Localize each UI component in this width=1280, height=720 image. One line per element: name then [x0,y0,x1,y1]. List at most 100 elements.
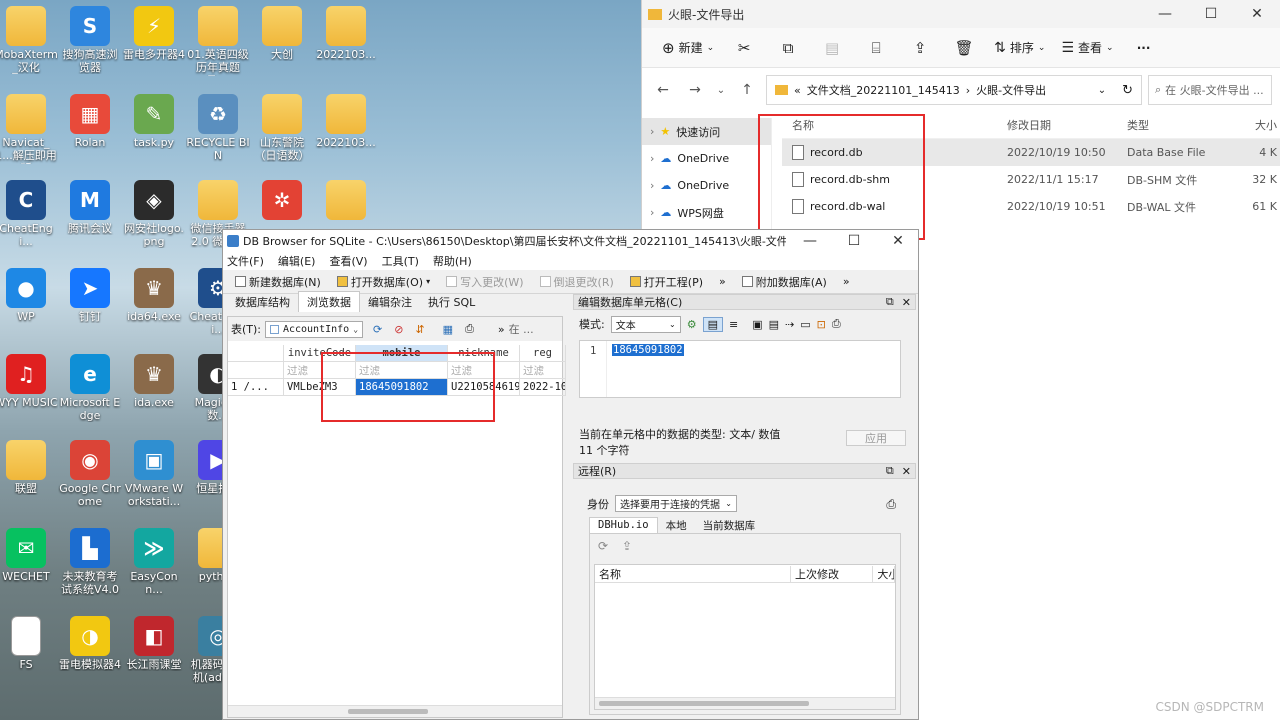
maximize-button[interactable]: ☐ [834,233,874,249]
word-wrap-icon[interactable]: ▤ [702,316,723,332]
refresh-icon[interactable]: ↻ [1122,83,1133,98]
table-cell[interactable]: 18645091802 [356,379,448,396]
open-project-button[interactable]: 打开工程(P) [622,274,711,290]
desktop-icon[interactable]: ◧ 长江雨课堂 [122,616,186,671]
desktop-icon[interactable]: ✲ [250,180,314,222]
remote-tab[interactable]: 当前数据库 [695,517,764,534]
desktop-icon[interactable]: M 腾讯会议 [58,180,122,235]
clear-icon[interactable]: ⊡ [817,318,826,331]
new-database-button[interactable]: 新建数据库(N) [227,274,329,290]
refresh-icon[interactable]: ⟳ [373,323,382,336]
desktop-icon[interactable]: ✉ WECHET [0,528,58,583]
print-icon[interactable]: ⎙ [465,322,474,336]
desktop-icon[interactable]: ♛ ida64.exe [122,268,186,323]
push-icon[interactable]: ⇪ [622,539,632,553]
chevron-right-icon[interactable]: › [650,125,654,138]
nav-item[interactable]: › ☁ WPS网盘 [642,199,771,226]
share-button[interactable]: ⇪ [900,33,940,63]
attach-database-button[interactable]: 附加数据库(A) [734,274,835,290]
desktop-icon[interactable]: ▣ VMware Workstati... [122,440,186,508]
column-size[interactable]: 大小 [1227,117,1277,133]
main-tab[interactable]: 执行 SQL [420,292,483,312]
desktop-icon[interactable]: C CheatEngi... [0,180,58,248]
import-icon[interactable]: ▣ [752,318,762,331]
close-button[interactable]: ✕ [878,233,918,249]
breadcrumb-part[interactable]: 火眼-文件导出 [976,82,1046,98]
chevron-down-icon[interactable]: ⌄ [1098,85,1106,96]
toolbar-overflow[interactable]: » [835,275,858,288]
column-name[interactable]: 名称 [782,117,1007,133]
cell-editor[interactable]: 1 18645091802 [579,340,901,398]
delete-button[interactable]: 🗑 [944,33,984,63]
copy-button[interactable]: ⧉ [768,33,808,63]
row-header-corner[interactable] [228,345,284,362]
chevron-right-icon[interactable]: › [650,206,654,219]
remote-tab[interactable]: 本地 [658,517,695,534]
main-tab[interactable]: 浏览数据 [298,291,360,312]
file-row[interactable]: record.db-shm 2022/11/1 15:17 DB-SHM 文件 32 … [782,166,1280,193]
scrollbar-thumb[interactable] [348,709,428,714]
desktop-icon[interactable]: ➤ 钉钉 [58,268,122,323]
desktop-icon[interactable]: e Microsoft Edge [58,354,122,422]
search-input[interactable]: ⌕ 在 火眼-文件导出 ... [1148,75,1272,105]
table-cell[interactable]: 2022-10 [520,379,566,396]
column-date[interactable]: 修改日期 [1007,117,1127,133]
recent-chevron-icon[interactable]: ⌄ [714,85,728,96]
toolbar-overflow[interactable]: » [711,275,734,288]
write-changes-button[interactable]: 写入更改(W) [438,274,531,290]
remote-column-header[interactable]: 名称 [595,565,791,582]
menu-item[interactable]: 帮助(H) [433,253,472,269]
menu-item[interactable]: 工具(T) [382,253,419,269]
chevron-right-icon[interactable]: › [650,179,654,192]
mode-select[interactable]: 文本 ⌄ [610,315,681,333]
scrollbar-thumb[interactable] [599,701,809,706]
desktop-icon[interactable] [314,180,378,222]
horizontal-scrollbar[interactable] [228,705,562,717]
open-database-button[interactable]: 打开数据库(O) ▾ [329,274,438,290]
sort-reset-icon[interactable]: ⇵ [415,323,424,336]
remote-column-header[interactable]: 大小 [873,565,896,582]
print-icon[interactable]: ⎙ [832,317,841,331]
main-tab[interactable]: 数据库结构 [227,292,298,312]
column-header[interactable]: inviteCode [284,345,356,362]
export-icon[interactable]: ▤ [769,318,779,331]
table-cell[interactable]: VMLbeZM3 [284,379,356,396]
desktop-icon[interactable]: ⚡ 雷电多开器4 [122,6,186,61]
revert-changes-button[interactable]: 倒退更改(R) [532,274,622,290]
apply-button[interactable]: 应用 [846,430,906,446]
desktop-icon[interactable]: S 搜狗高速浏览器 [58,6,122,74]
column-header[interactable]: reg [520,345,566,362]
row-number[interactable]: 1 /... [228,379,284,396]
new-button[interactable]: ⊕ 新建 ⌄ [656,33,720,63]
filter-overflow[interactable]: » [498,323,505,336]
filter-input[interactable]: 过滤 [284,362,356,379]
desktop-icon[interactable]: 山东警院（日语数） [250,94,314,162]
desktop-icon[interactable]: 大创 [250,6,314,61]
close-icon[interactable]: ✕ [902,296,911,309]
format-icon[interactable]: ≡ [729,318,738,331]
desktop-icon[interactable]: ◉ Google Chrome [58,440,122,508]
desktop-icon[interactable]: 联盟 [0,440,58,495]
refresh-icon[interactable]: ⟳ [598,539,608,553]
auto-switch-icon[interactable]: ⚙ [687,318,697,331]
up-arrow-icon[interactable]: ↑ [734,82,760,98]
column-header[interactable]: mobile [356,345,448,362]
desktop-icon[interactable]: FS [0,616,58,671]
column-header[interactable]: nickname [448,345,520,362]
chevron-right-icon[interactable]: › [650,152,654,165]
float-icon[interactable]: ⧉ [886,295,894,309]
minimize-button[interactable]: — [1142,6,1188,22]
set-null-icon[interactable]: ⇢ [785,318,794,331]
desktop-icon[interactable]: Navicat_1...解压即用版 [0,94,58,164]
more-button[interactable]: ··· [1124,33,1164,63]
nav-item[interactable]: › ☁ OneDrive [642,145,771,172]
save-table-icon[interactable]: ▦ [443,323,453,336]
cut-button[interactable]: ✂ [724,33,764,63]
desktop-icon[interactable]: ♛ ida.exe [122,354,186,409]
main-tab[interactable]: 编辑杂注 [360,292,420,312]
filter-input[interactable]: 过滤 [356,362,448,379]
table-cell[interactable]: U2210584619 [448,379,520,396]
desktop-icon[interactable]: ◑ 雷电模拟器4 [58,616,122,671]
desktop-icon[interactable]: ● WP [0,268,58,323]
breadcrumb-part[interactable]: 文件文档_20221101_145413 [807,82,960,98]
